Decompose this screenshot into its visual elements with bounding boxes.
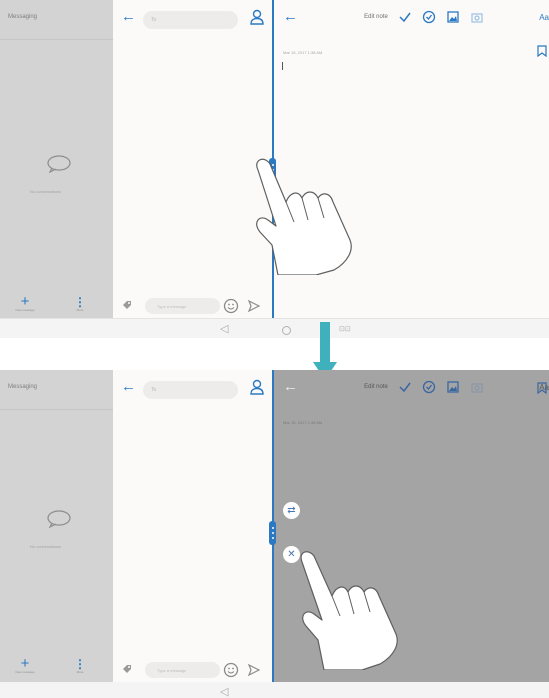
compose-input[interactable]: Type a message (145, 662, 220, 678)
back-arrow-icon[interactable]: ← (283, 379, 298, 394)
plus-icon: + (20, 293, 30, 310)
note-date: Mar 15, 2017 1:38 AM (283, 420, 323, 425)
emoji-icon[interactable] (223, 298, 239, 314)
messaging-header: Messaging (0, 0, 113, 40)
recipient-field[interactable]: To (143, 11, 238, 29)
messaging-pane: Messaging No conversations + New message… (0, 370, 113, 698)
more-button[interactable]: ⋮ More (71, 658, 89, 674)
nav-back-icon[interactable]: ◁ (220, 322, 228, 335)
image-icon[interactable] (446, 380, 460, 394)
send-icon[interactable] (247, 663, 261, 677)
more-vertical-icon: ⋮ (74, 657, 86, 671)
check-icon[interactable] (398, 380, 412, 394)
new-message-button[interactable]: + New message (14, 655, 36, 674)
hand-gesture-icon (256, 158, 352, 275)
back-arrow-icon[interactable]: ← (121, 379, 136, 394)
send-icon[interactable] (247, 299, 261, 313)
camera-icon[interactable] (470, 380, 484, 394)
empty-state-text: No conversations (30, 189, 61, 194)
hand-gesture-icon (300, 551, 398, 670)
contact-icon[interactable] (250, 379, 264, 395)
bookmark-icon[interactable] (537, 382, 547, 394)
chat-bubble-icon (47, 155, 71, 173)
swap-icon: ⇄ (287, 505, 296, 516)
back-arrow-icon[interactable]: ← (283, 9, 298, 24)
nav-back-icon[interactable]: ◁ (220, 685, 228, 698)
messaging-header: Messaging (0, 370, 113, 410)
new-message-button[interactable]: + New message (14, 293, 36, 312)
text-format-button[interactable]: Aa (539, 13, 549, 22)
split-handle[interactable] (269, 521, 276, 545)
bookmark-icon[interactable] (537, 45, 547, 57)
contact-icon[interactable] (250, 9, 264, 25)
text-cursor (282, 62, 283, 70)
nav-home-icon[interactable] (282, 326, 291, 335)
recipient-field[interactable]: To (143, 381, 238, 399)
checklist-icon[interactable] (422, 10, 436, 24)
conversation-pane: ← To Type a message (113, 370, 272, 698)
split-screen-after: Messaging No conversations + New message… (0, 370, 549, 698)
more-vertical-icon: ⋮ (74, 295, 86, 309)
messaging-title: Messaging (8, 384, 38, 390)
split-screen-before: Messaging No conversations + New message… (0, 0, 549, 338)
emoji-icon[interactable] (223, 662, 239, 678)
navigation-bar: ◁ (0, 682, 549, 698)
empty-state-text: No conversations (30, 544, 61, 549)
camera-icon[interactable] (470, 10, 484, 24)
messaging-title: Messaging (8, 14, 38, 20)
attachment-icon[interactable] (121, 299, 133, 311)
check-icon[interactable] (398, 10, 412, 24)
swap-windows-button[interactable]: ⇄ (283, 502, 300, 519)
note-date: Mar 15, 2017 1:38 AM (283, 50, 323, 55)
back-arrow-icon[interactable]: ← (121, 9, 136, 24)
checklist-icon[interactable] (422, 380, 436, 394)
image-icon[interactable] (446, 10, 460, 24)
more-button[interactable]: ⋮ More (71, 296, 89, 312)
chat-bubble-icon (47, 510, 71, 528)
messaging-pane: Messaging No conversations + New message… (0, 0, 113, 338)
compose-input[interactable]: Type a message (145, 298, 220, 314)
plus-icon: + (20, 655, 30, 672)
nav-recent-icon[interactable]: ⊡⊡ (339, 325, 351, 333)
attachment-icon[interactable] (121, 663, 133, 675)
navigation-bar: ◁ ⊡⊡ (0, 318, 549, 338)
